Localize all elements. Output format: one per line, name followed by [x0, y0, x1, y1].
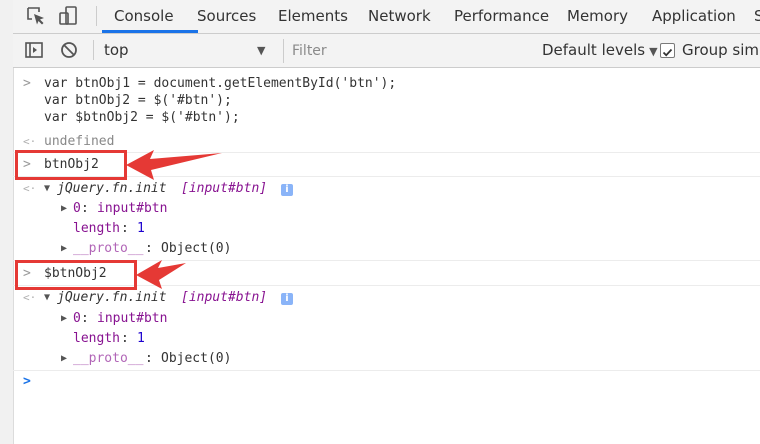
annotation-arrows — [126, 150, 222, 289]
annotation-arrow-icon — [136, 260, 186, 289]
annotation-arrow-icon — [126, 150, 222, 180]
devtools-window: Console Sources Elements Network Perform… — [0, 0, 760, 444]
